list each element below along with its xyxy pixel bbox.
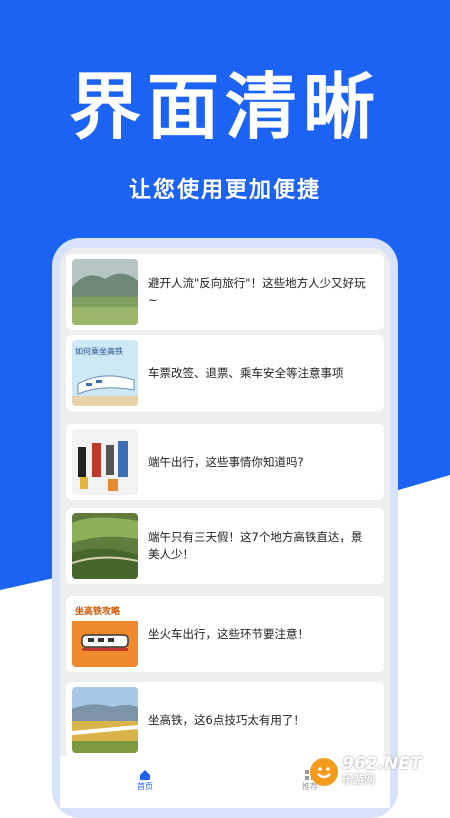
article-title: 坐高铁，这6点技巧太有用了！ [148,712,305,727]
article-title: 车票改签、退票、乘车安全等注意事项 [148,365,344,380]
article-thumbnail [72,259,138,325]
article-card[interactable]: 避开人流"反向旅行"！这些地方人少又好玩~ [66,254,384,330]
article-thumbnail: 坐高铁攻略 [72,601,138,667]
watermark-number: 962.NET [342,754,422,774]
article-thumbnail: 如何乘坐高铁 [72,340,138,406]
thumbnail-caption: 坐高铁攻略 [75,607,121,617]
article-thumbnail [72,513,138,579]
article-card[interactable]: 端午只有三天假！这7个地方高铁直达，景美人少！ [66,508,384,584]
watermark-sub: 乐游网 [342,773,375,786]
article-thumbnail [72,687,138,753]
article-thumbnail [72,429,138,495]
article-title: 端午只有三天假！这7个地方高铁直达，景美人少！ [148,530,363,561]
article-title: 坐火车出行，这些环节要注意！ [148,626,309,641]
phone-screen: 避开人流"反向旅行"！这些地方人少又好玩~ 如何乘坐高铁 车票改签、退票、乘车安… [60,248,390,808]
article-card[interactable]: 坐高铁，这6点技巧太有用了！ [66,682,384,758]
tab-label: 首页 [137,782,153,791]
article-card[interactable]: 如何乘坐高铁 车票改签、退票、乘车安全等注意事项 [66,335,384,411]
article-card[interactable]: 端午出行，这些事情你知道吗? [66,424,384,500]
subline: 让您使用更加便捷 [128,178,321,203]
thumbnail-caption: 如何乘坐高铁 [75,347,123,356]
smile-icon [310,758,338,786]
home-icon [139,766,151,780]
headline: 界面清晰 [68,65,381,149]
article-card[interactable]: 坐高铁攻略 坐火车出行，这些环节要注意！ [66,596,384,672]
watermark-logo: 962.NET 乐游网 [310,754,442,790]
tab-home[interactable]: 首页 [115,766,175,792]
article-title: 端午出行，这些事情你知道吗? [148,454,304,469]
article-title: 避开人流"反向旅行"！这些地方人少又好玩~ [148,276,366,307]
